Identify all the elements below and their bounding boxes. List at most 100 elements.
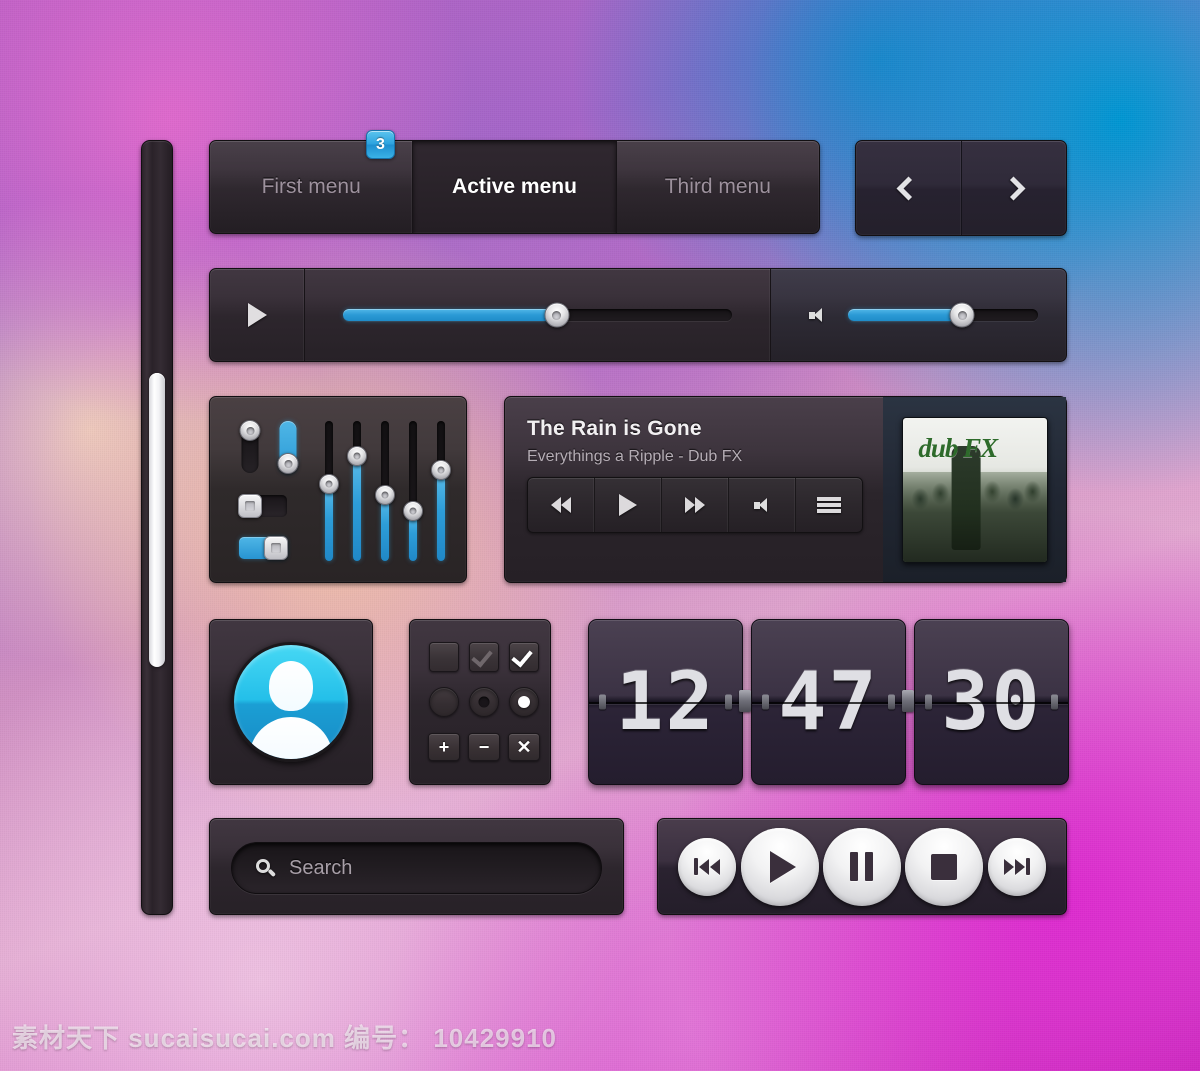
speaker-icon	[809, 307, 826, 323]
equalizer-switches-group	[238, 420, 301, 561]
checkbox-checked[interactable]	[509, 642, 539, 673]
vertical-scrollbar[interactable]	[141, 140, 173, 915]
play-icon	[769, 850, 796, 883]
radio-dot-icon	[518, 695, 530, 708]
menu-item-active[interactable]: Active menu	[413, 141, 617, 233]
menu-bar: First menu Active menu Third menu	[209, 140, 820, 234]
progress-slider[interactable]	[343, 302, 732, 328]
add-button[interactable]: +	[428, 732, 460, 761]
toggle-switch-off[interactable]	[238, 494, 287, 518]
eq-band-fill	[353, 456, 361, 561]
checkbox-checked-dim[interactable]	[469, 642, 499, 673]
rewind-icon	[551, 497, 571, 513]
menu-item-label: Third menu	[664, 175, 771, 198]
checkbox-unchecked[interactable]	[429, 642, 459, 673]
navigation-arrows	[855, 140, 1067, 236]
mini-slider-knob[interactable]	[277, 453, 299, 474]
remove-button[interactable]: −	[468, 732, 500, 761]
clock-seconds-cell: 30	[914, 619, 1069, 785]
clock-peg-right	[888, 694, 895, 710]
close-button[interactable]: ✕	[508, 732, 540, 761]
chevron-right-icon	[1001, 175, 1026, 201]
form-controls-panel: + − ✕	[409, 619, 551, 785]
menu-item-third[interactable]: Third menu	[616, 141, 819, 233]
speaker-icon	[753, 497, 771, 513]
volume-slider[interactable]	[848, 302, 1038, 328]
mute-button[interactable]	[729, 478, 796, 532]
progress-knob[interactable]	[544, 302, 570, 328]
stop-icon	[931, 853, 958, 880]
fast-forward-button[interactable]	[662, 478, 729, 532]
eq-band-knob[interactable]	[403, 500, 423, 521]
playlist-button[interactable]	[796, 478, 862, 532]
search-input[interactable]: Search	[231, 842, 602, 894]
nav-next-button[interactable]	[962, 141, 1067, 235]
pause-button[interactable]	[822, 827, 901, 906]
play-icon	[619, 494, 637, 516]
rewind-button[interactable]	[528, 478, 595, 532]
volume-fill	[848, 309, 962, 321]
play-button[interactable]	[740, 827, 819, 906]
radio-selected[interactable]	[509, 686, 539, 717]
checkmark-icon	[471, 645, 493, 668]
toggle-knob[interactable]	[264, 536, 288, 560]
clock-split-line	[752, 702, 905, 704]
search-panel: Search	[209, 818, 624, 915]
eq-band-knob[interactable]	[431, 460, 451, 480]
avatar-panel	[209, 619, 373, 785]
stop-button[interactable]	[905, 827, 984, 906]
toggle-switch-on[interactable]	[239, 536, 288, 560]
eq-band-knob[interactable]	[319, 474, 339, 494]
next-track-button[interactable]	[987, 837, 1046, 896]
mini-slider-on[interactable]	[277, 421, 299, 474]
toggle-knob[interactable]	[238, 494, 262, 518]
clock-hinge	[739, 690, 751, 712]
eq-band-slider[interactable]	[402, 421, 424, 561]
eq-band-slider[interactable]	[374, 421, 396, 561]
nav-previous-button[interactable]	[856, 141, 962, 235]
now-playing-panel: The Rain is Gone Everythings a Ripple - …	[504, 396, 1067, 583]
album-art-container: dub FX	[883, 397, 1066, 582]
eq-band-slider[interactable]	[346, 421, 368, 561]
album-art[interactable]: dub FX	[901, 416, 1048, 563]
eq-band-slider[interactable]	[318, 421, 340, 561]
album-art-logo: dub FX	[918, 433, 998, 464]
clock-peg-left	[762, 694, 769, 710]
player-play-button[interactable]	[210, 269, 305, 361]
avatar-head	[269, 661, 313, 711]
track-title: The Rain is Gone	[527, 417, 702, 440]
eq-band-knob[interactable]	[347, 446, 367, 466]
radio-unselected[interactable]	[429, 686, 459, 717]
watermark-text: 素材天下 sucaisucai.com 编号： 10429910	[12, 1023, 558, 1053]
eq-band-slider[interactable]	[430, 421, 452, 561]
menu-notification-badge: 3	[366, 130, 395, 159]
progress-fill	[343, 309, 557, 321]
fast-forward-icon	[685, 497, 705, 513]
menu-item-label: First menu	[261, 175, 361, 198]
eq-band-knob[interactable]	[375, 485, 395, 506]
scrollbar-thumb[interactable]	[149, 372, 165, 667]
user-avatar-icon[interactable]	[231, 642, 351, 762]
clock-hinge	[902, 690, 914, 712]
menu-item-label: Active menu	[452, 175, 577, 198]
eq-band-fill	[437, 470, 445, 561]
track-artist: Everythings a Ripple - Dub FX	[527, 448, 743, 465]
transport-controls-panel	[657, 818, 1067, 915]
radio-dot-icon	[478, 696, 490, 708]
play-icon	[247, 303, 267, 327]
avatar-body	[249, 717, 333, 759]
pause-icon	[850, 852, 874, 881]
volume-knob[interactable]	[949, 302, 975, 328]
mini-slider-off[interactable]	[239, 420, 261, 473]
equalizer-bands	[318, 421, 452, 561]
eq-band-fill	[325, 484, 333, 561]
radio-selected-dim[interactable]	[469, 686, 499, 717]
clock-minutes-cell: 47	[751, 619, 906, 785]
mini-slider-knob[interactable]	[239, 420, 261, 441]
clock-split-line	[589, 702, 742, 704]
clock-hours-cell: 12	[588, 619, 743, 785]
play-button[interactable]	[595, 478, 662, 532]
previous-track-button[interactable]	[678, 837, 737, 896]
progress-slider-cell	[305, 269, 771, 361]
volume-slider-cell	[771, 269, 1066, 361]
